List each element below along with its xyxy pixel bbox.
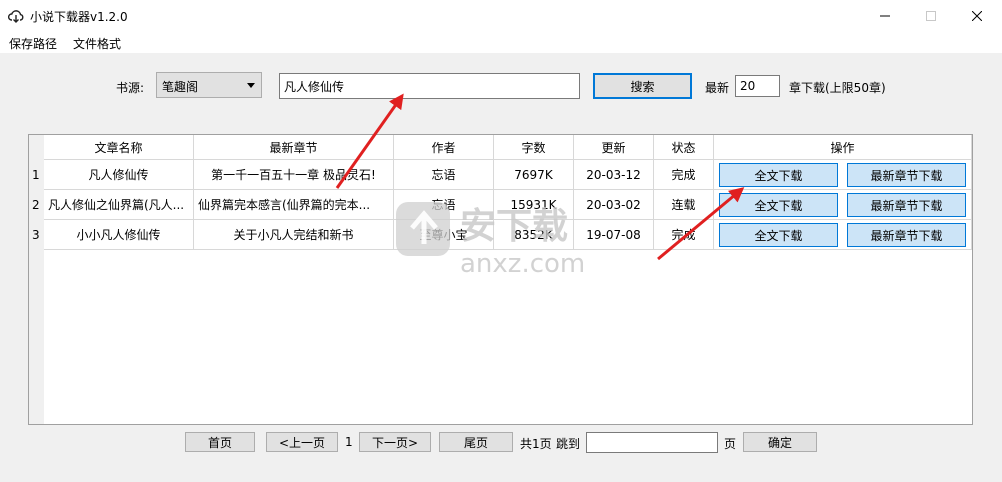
header-name[interactable]: 文章名称 [44, 135, 194, 160]
goto-page-input[interactable] [586, 432, 718, 453]
last-page-button[interactable]: 尾页 [439, 432, 513, 452]
title-bar: 小说下载器v1.2.0 [0, 0, 1002, 32]
chevron-down-icon [247, 83, 255, 88]
row-number: 2 [29, 190, 44, 220]
menu-file-format[interactable]: 文件格式 [73, 35, 121, 52]
cell-latest[interactable]: 第一千一百五十一章 极品灵石! [194, 160, 394, 190]
source-select[interactable]: 笔趣阁 [156, 72, 262, 98]
cell-name[interactable]: 小小凡人修仙传 [44, 220, 194, 250]
menu-save-path[interactable]: 保存路径 [9, 35, 57, 52]
confirm-button[interactable]: 确定 [743, 432, 817, 452]
maximize-button[interactable] [908, 0, 954, 32]
header-latest[interactable]: 最新章节 [194, 135, 394, 160]
close-icon [972, 11, 982, 21]
cloud-download-icon [8, 10, 24, 23]
close-button[interactable] [954, 0, 1000, 32]
full-download-button[interactable]: 全文下载 [719, 163, 838, 187]
window-title: 小说下载器v1.2.0 [30, 10, 128, 24]
prev-page-button[interactable]: <上一页 [266, 432, 338, 452]
menu-bar: 保存路径 文件格式 [0, 32, 1002, 53]
cell-name[interactable]: 凡人修仙之仙界篇(凡人... [44, 190, 194, 220]
cell-latest[interactable]: 关于小凡人完结和新书 [194, 220, 394, 250]
source-label: 书源: [116, 81, 145, 95]
header-words[interactable]: 字数 [494, 135, 574, 160]
latest-suffix-label: 章下载(上限50章) [789, 81, 886, 95]
cell-status[interactable]: 完成 [654, 160, 714, 190]
header-author[interactable]: 作者 [394, 135, 494, 160]
search-button[interactable]: 搜索 [593, 73, 692, 99]
search-input[interactable] [279, 73, 580, 99]
cell-author[interactable]: 忘语 [394, 160, 494, 190]
latest-count-input[interactable] [735, 75, 780, 97]
maximize-icon [926, 11, 936, 21]
next-page-button[interactable]: 下一页> [359, 432, 431, 452]
first-page-button[interactable]: 首页 [185, 432, 255, 452]
minimize-icon [880, 15, 890, 17]
minimize-button[interactable] [862, 0, 908, 32]
row-number: 1 [29, 160, 44, 190]
row-number: 3 [29, 220, 44, 250]
latest-chapters-download-button[interactable]: 最新章节下载 [847, 193, 966, 217]
latest-label: 最新 [705, 81, 730, 95]
header-actions[interactable]: 操作 [714, 135, 972, 160]
latest-chapters-download-button[interactable]: 最新章节下载 [847, 163, 966, 187]
header-updated[interactable]: 更新 [574, 135, 654, 160]
cell-status[interactable]: 连载 [654, 190, 714, 220]
header-status[interactable]: 状态 [654, 135, 714, 160]
goto-label: 跳到 [556, 437, 581, 451]
full-download-button[interactable]: 全文下载 [719, 223, 838, 247]
cell-latest[interactable]: 仙界篇完本感言(仙界篇的完本... [194, 190, 394, 220]
cell-words[interactable]: 8352K [494, 220, 574, 250]
page-suffix-label: 页 [724, 437, 737, 451]
cell-updated[interactable]: 20-03-02 [574, 190, 654, 220]
cell-updated[interactable]: 20-03-12 [574, 160, 654, 190]
source-select-value: 笔趣阁 [162, 80, 199, 94]
cell-author[interactable]: 忘语 [394, 190, 494, 220]
latest-chapters-download-button[interactable]: 最新章节下载 [847, 223, 966, 247]
current-page-label: 1 [345, 435, 353, 449]
cell-words[interactable]: 7697K [494, 160, 574, 190]
total-pages-label: 共1页 [520, 437, 552, 451]
full-download-button[interactable]: 全文下载 [719, 193, 838, 217]
cell-status[interactable]: 完成 [654, 220, 714, 250]
cell-words[interactable]: 15931K [494, 190, 574, 220]
cell-updated[interactable]: 19-07-08 [574, 220, 654, 250]
cell-author[interactable]: 至尊小宝 [394, 220, 494, 250]
cell-name[interactable]: 凡人修仙传 [44, 160, 194, 190]
results-table[interactable]: 文章名称 最新章节 作者 字数 更新 状态 操作 1 凡人修仙传 第一千一百五十… [28, 134, 973, 425]
